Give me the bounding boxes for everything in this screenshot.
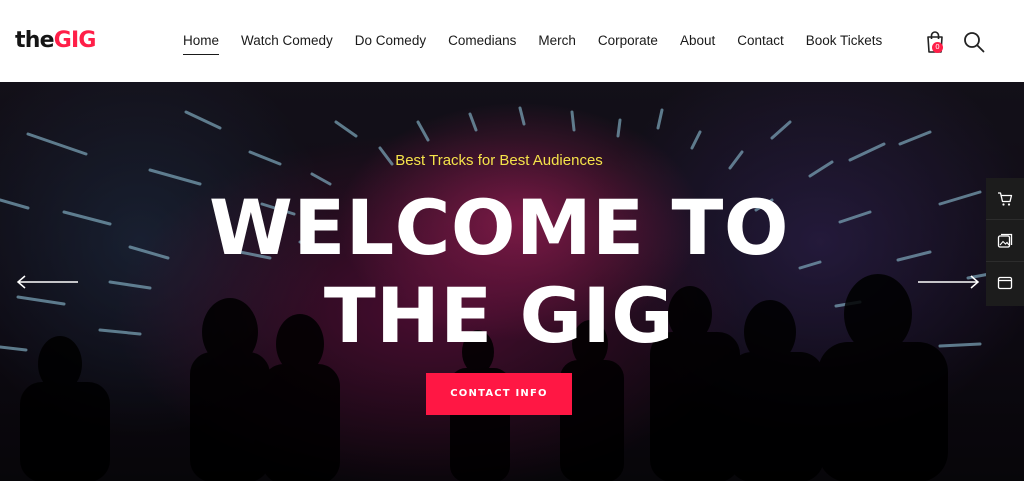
- nav-item-corporate[interactable]: Corporate: [598, 31, 658, 51]
- hero-headline: WELCOME TO THE GIG: [0, 184, 998, 360]
- main-nav: Home Watch Comedy Do Comedy Comedians Me…: [183, 31, 904, 55]
- image-gallery-icon: [997, 233, 1013, 248]
- nav-item-do-comedy[interactable]: Do Comedy: [355, 31, 426, 51]
- logo-prefix: the: [15, 28, 54, 53]
- side-gallery-button[interactable]: [986, 220, 1024, 262]
- nav-item-book-tickets[interactable]: Book Tickets: [806, 31, 883, 51]
- hero-headline-line-1: WELCOME TO: [208, 183, 789, 272]
- arrow-left-icon[interactable]: [16, 274, 80, 290]
- nav-item-about[interactable]: About: [680, 31, 715, 51]
- site-header: theGIG Home Watch Comedy Do Comedy Comed…: [0, 0, 1024, 82]
- cart-icon: [998, 191, 1013, 206]
- arrow-right-icon[interactable]: [916, 274, 980, 290]
- search-icon[interactable]: [962, 30, 986, 54]
- nav-item-home[interactable]: Home: [183, 31, 220, 55]
- nav-item-merch[interactable]: Merch: [538, 31, 576, 51]
- hero-slider: Best Tracks for Best Audiences WELCOME T…: [0, 82, 1024, 481]
- side-toolbar: [986, 178, 1024, 306]
- hero-headline-line-2: THE GIG: [323, 271, 675, 360]
- nav-item-contact[interactable]: Contact: [737, 31, 784, 51]
- nav-item-comedians[interactable]: Comedians: [448, 31, 516, 51]
- browser-window-icon: [997, 276, 1013, 290]
- contact-info-button[interactable]: CONTACT INFO: [426, 373, 572, 415]
- site-logo[interactable]: theGIG: [15, 26, 96, 56]
- hero-tagline: Best Tracks for Best Audiences: [395, 152, 603, 169]
- side-cart-button[interactable]: [986, 178, 1024, 220]
- logo-accent: GIG: [53, 28, 97, 53]
- side-window-button[interactable]: [986, 262, 1024, 304]
- nav-item-watch-comedy[interactable]: Watch Comedy: [241, 31, 333, 51]
- cart-count-badge: 0: [932, 42, 943, 53]
